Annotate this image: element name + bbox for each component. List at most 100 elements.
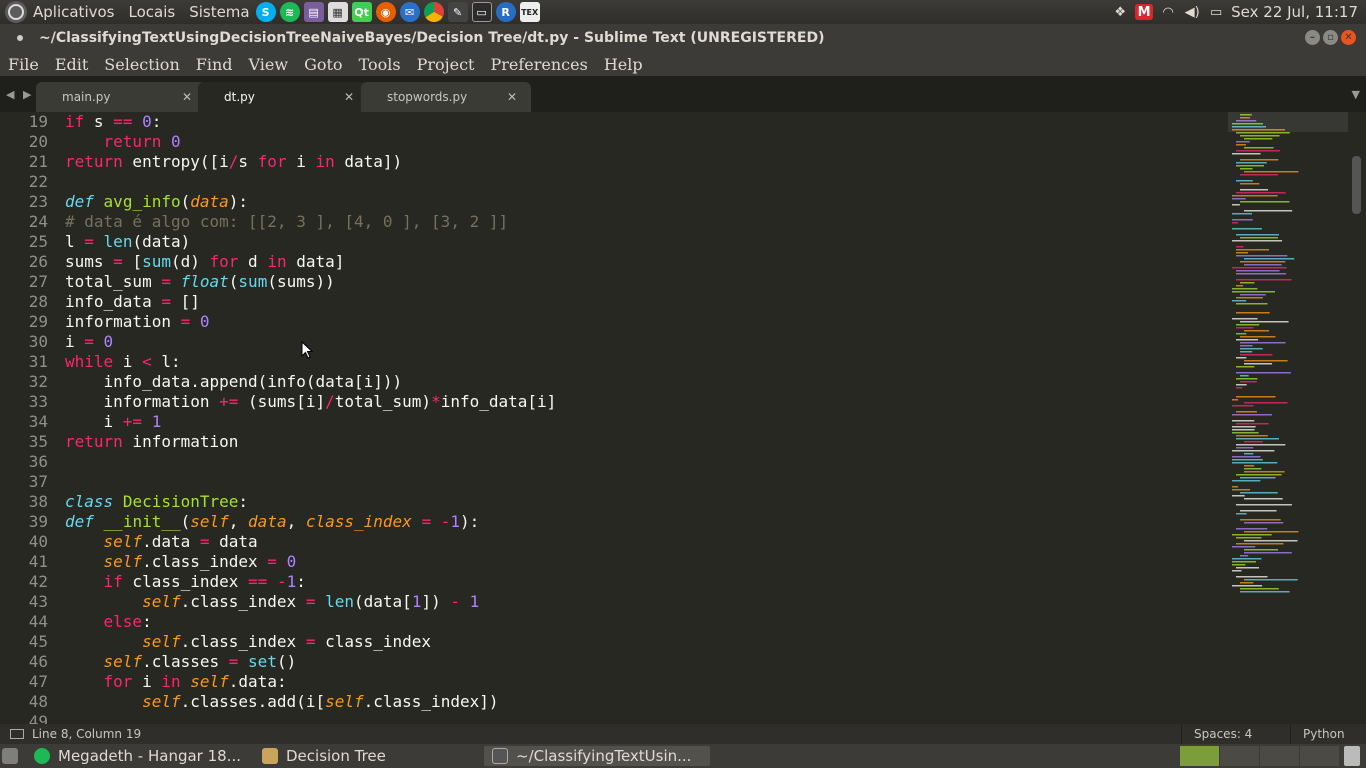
workspace-4[interactable] <box>1300 746 1340 766</box>
dropbox-icon[interactable]: ❖ <box>1111 4 1129 20</box>
line-number: 34 <box>28 412 48 431</box>
mega-icon[interactable]: M <box>1135 4 1154 20</box>
menu-applications[interactable]: Aplicativos <box>33 3 114 21</box>
code-line[interactable] <box>65 452 556 472</box>
code-line[interactable]: self.class_index = 0 <box>65 552 556 572</box>
minimap-line <box>1232 462 1278 464</box>
editor-icon[interactable]: ▤ <box>303 2 324 22</box>
code-line[interactable]: information = 0 <box>65 312 556 332</box>
code-line[interactable]: return information <box>65 432 556 452</box>
skype-icon[interactable]: S <box>255 2 276 22</box>
taskbar-item-folder[interactable]: Decision Tree <box>262 746 386 766</box>
code-line[interactable]: for i in self.data: <box>65 672 556 692</box>
wifi-icon[interactable]: ◠ <box>1159 4 1177 20</box>
maximize-button[interactable]: ▫ <box>1323 30 1338 45</box>
menu-tools[interactable]: Tools <box>359 55 401 74</box>
close-button[interactable]: ✕ <box>1341 30 1356 45</box>
code-line[interactable]: information += (sums[i]/total_sum)*info_… <box>65 392 557 412</box>
show-desktop-button[interactable] <box>2 746 18 766</box>
menu-edit[interactable]: Edit <box>55 55 88 74</box>
tab-next-arrow-icon[interactable]: ▶ <box>23 88 31 101</box>
firefox-icon[interactable]: ◉ <box>375 2 396 22</box>
code-line[interactable] <box>65 712 556 724</box>
minimap-line <box>1236 252 1249 254</box>
code-line[interactable]: self.classes.add(i[self.class_index]) <box>65 692 556 712</box>
code-line[interactable]: return 0 <box>65 132 556 152</box>
code-line[interactable] <box>65 472 556 492</box>
battery-icon[interactable]: ▭ <box>1207 4 1225 20</box>
tab-dt-py[interactable]: dt.py ✕ <box>198 82 368 112</box>
workspace-3[interactable] <box>1260 746 1300 766</box>
code-line[interactable]: return entropy([i/s for i in data]) <box>65 152 556 172</box>
trash-icon[interactable] <box>1344 746 1360 766</box>
menu-project[interactable]: Project <box>417 55 475 74</box>
code-line[interactable] <box>65 172 556 192</box>
tab-dropdown-icon[interactable]: ▼ <box>1352 88 1360 101</box>
indentation-setting[interactable]: Spaces: 4 <box>1181 724 1290 744</box>
taskbar-item-spotify[interactable]: Megadeth - Hangar 18... <box>34 746 241 766</box>
tab-main-py[interactable]: main.py ✕ <box>36 82 206 112</box>
code-line[interactable]: info_data = [] <box>65 292 556 312</box>
tab-stopwords-py[interactable]: stopwords.py ✕ <box>361 82 531 112</box>
taskbar-item-label: Megadeth - Hangar 18... <box>58 747 241 765</box>
clock[interactable]: Sex 22 Jul, 11:17 <box>1231 3 1358 21</box>
tab-prev-arrow-icon[interactable]: ◀ <box>6 88 14 101</box>
syntax-setting[interactable]: Python <box>1290 724 1366 744</box>
tab-close-icon[interactable]: ✕ <box>507 90 517 104</box>
menu-system[interactable]: Sistema <box>189 3 249 21</box>
minimap-viewport[interactable] <box>1228 112 1348 132</box>
minimize-button[interactable]: – <box>1305 30 1320 45</box>
tab-close-icon[interactable]: ✕ <box>344 90 354 104</box>
code-line[interactable]: self.class_index = class_index <box>65 632 556 652</box>
line-number: 31 <box>28 352 48 371</box>
menu-help[interactable]: Help <box>604 55 643 74</box>
workspace-1[interactable] <box>1180 746 1220 766</box>
qt-icon[interactable]: Qt <box>351 2 372 22</box>
code-area[interactable]: if s == 0: return 0 return entropy([i/s f… <box>65 112 556 724</box>
line-number: 41 <box>28 552 48 571</box>
code-line[interactable]: sums = [sum(d) for d in data] <box>65 252 556 272</box>
menu-file[interactable]: File <box>8 55 39 74</box>
tex-icon[interactable]: TEX <box>519 2 540 22</box>
r-icon[interactable]: R <box>495 2 516 22</box>
docs-icon[interactable]: ▦ <box>327 2 348 22</box>
code-line[interactable]: self.class_index = len(data[1]) - 1 <box>65 592 556 612</box>
code-line[interactable]: info_data.append(info(data[i])) <box>65 372 556 392</box>
inkscape-icon[interactable]: ✎ <box>447 2 468 22</box>
volume-icon[interactable]: ◀) <box>1183 4 1201 20</box>
chrome-icon[interactable] <box>423 2 444 22</box>
code-line[interactable]: else: <box>65 612 556 632</box>
window-menu-dot-icon[interactable] <box>17 35 23 41</box>
code-line[interactable]: self.classes = set() <box>65 652 556 672</box>
minimap[interactable] <box>1228 112 1348 724</box>
code-line[interactable]: total_sum = float(sum(sums)) <box>65 272 556 292</box>
menu-find[interactable]: Find <box>196 55 233 74</box>
code-line[interactable]: def __init__(self, data, class_index = -… <box>65 512 556 532</box>
code-line[interactable]: def avg_info(data): <box>65 192 556 212</box>
workspace-2[interactable] <box>1220 746 1260 766</box>
terminal-icon[interactable]: ▭ <box>471 2 492 22</box>
minimap-line <box>1236 270 1280 272</box>
thunderbird-icon[interactable]: ✉ <box>399 2 420 22</box>
code-line[interactable]: # data é algo com: [[2, 3 ], [4, 0 ], [3… <box>65 212 556 232</box>
minimap-line <box>1232 558 1262 560</box>
menu-selection[interactable]: Selection <box>104 55 179 74</box>
code-line[interactable]: if s == 0: <box>65 112 556 132</box>
code-line[interactable]: l = len(data) <box>65 232 556 252</box>
menu-goto[interactable]: Goto <box>304 55 342 74</box>
code-line[interactable]: class DecisionTree: <box>65 492 556 512</box>
minimap-line <box>1236 339 1259 341</box>
code-editor[interactable]: 19 20 21 22 23 24 25 26 27 28 29 30 31 32 33 34 35 36 37 38… <box>0 112 1366 724</box>
menu-view[interactable]: View <box>249 55 289 74</box>
menu-places[interactable]: Locais <box>128 3 175 21</box>
console-toggle-icon[interactable] <box>10 729 24 739</box>
code-line[interactable]: if class_index == -1: <box>65 572 556 592</box>
tab-close-icon[interactable]: ✕ <box>182 90 192 104</box>
vertical-scrollbar[interactable] <box>1352 156 1361 214</box>
taskbar-item-sublime[interactable]: ~/ClassifyingTextUsin... <box>484 746 710 766</box>
spotify-icon[interactable]: ≋ <box>279 2 300 22</box>
ubuntu-logo-icon[interactable] <box>5 1 27 23</box>
code-line[interactable]: self.data = data <box>65 532 556 552</box>
code-line[interactable]: i += 1 <box>65 412 556 432</box>
menu-preferences[interactable]: Preferences <box>490 55 587 74</box>
